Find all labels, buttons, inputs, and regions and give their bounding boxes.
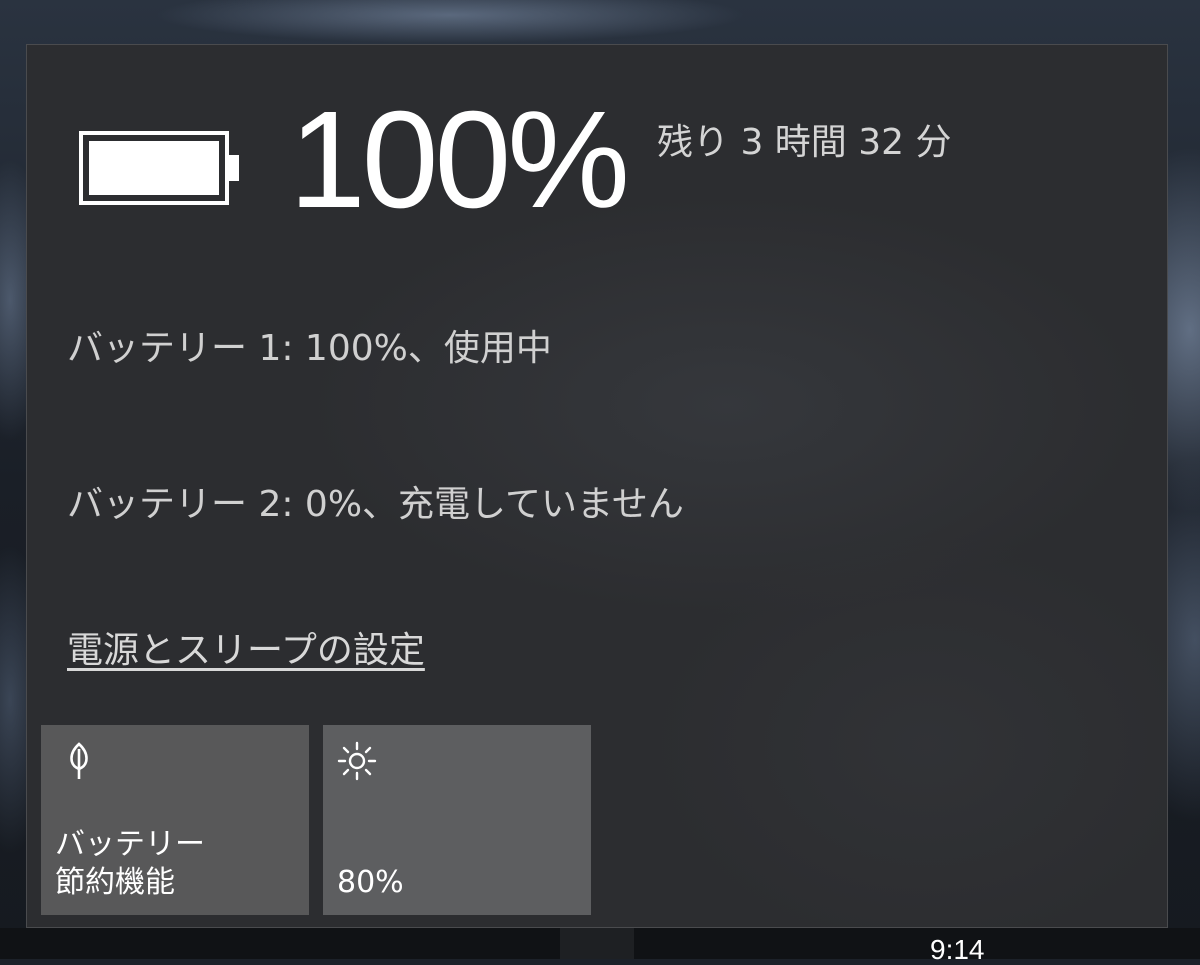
battery-2-status: バッテリー 2: 0%、充電していません [67, 484, 684, 525]
battery-saver-label: バッテリー 節約機能 [55, 826, 205, 901]
battery-saver-tile[interactable]: バッテリー 節約機能 [41, 725, 309, 915]
taskbar: 9:14 [0, 928, 1200, 964]
taskbar-button[interactable] [560, 928, 634, 959]
brightness-label: 80% [337, 864, 404, 900]
time-remaining: 残り 3 時間 32 分 [657, 122, 952, 163]
sun-icon [337, 741, 377, 781]
power-sleep-settings-link[interactable]: 電源とスリープの設定 [67, 621, 425, 673]
battery-icon-fill [89, 141, 219, 195]
battery-saver-label-line2: 節約機能 [55, 864, 175, 900]
battery-icon-tip [229, 155, 239, 181]
battery-1-status: バッテリー 1: 100%、使用中 [67, 328, 552, 369]
battery-percent: 100% [289, 83, 630, 237]
battery-saver-label-line1: バッテリー [55, 827, 205, 862]
leaf-icon [70, 742, 88, 779]
taskbar-clock[interactable]: 9:14 [930, 936, 985, 964]
battery-full-icon [79, 131, 239, 205]
brightness-tile[interactable]: 80% [323, 725, 591, 915]
battery-flyout: 100% 残り 3 時間 32 分 バッテリー 1: 100%、使用中 バッテリ… [26, 44, 1168, 928]
